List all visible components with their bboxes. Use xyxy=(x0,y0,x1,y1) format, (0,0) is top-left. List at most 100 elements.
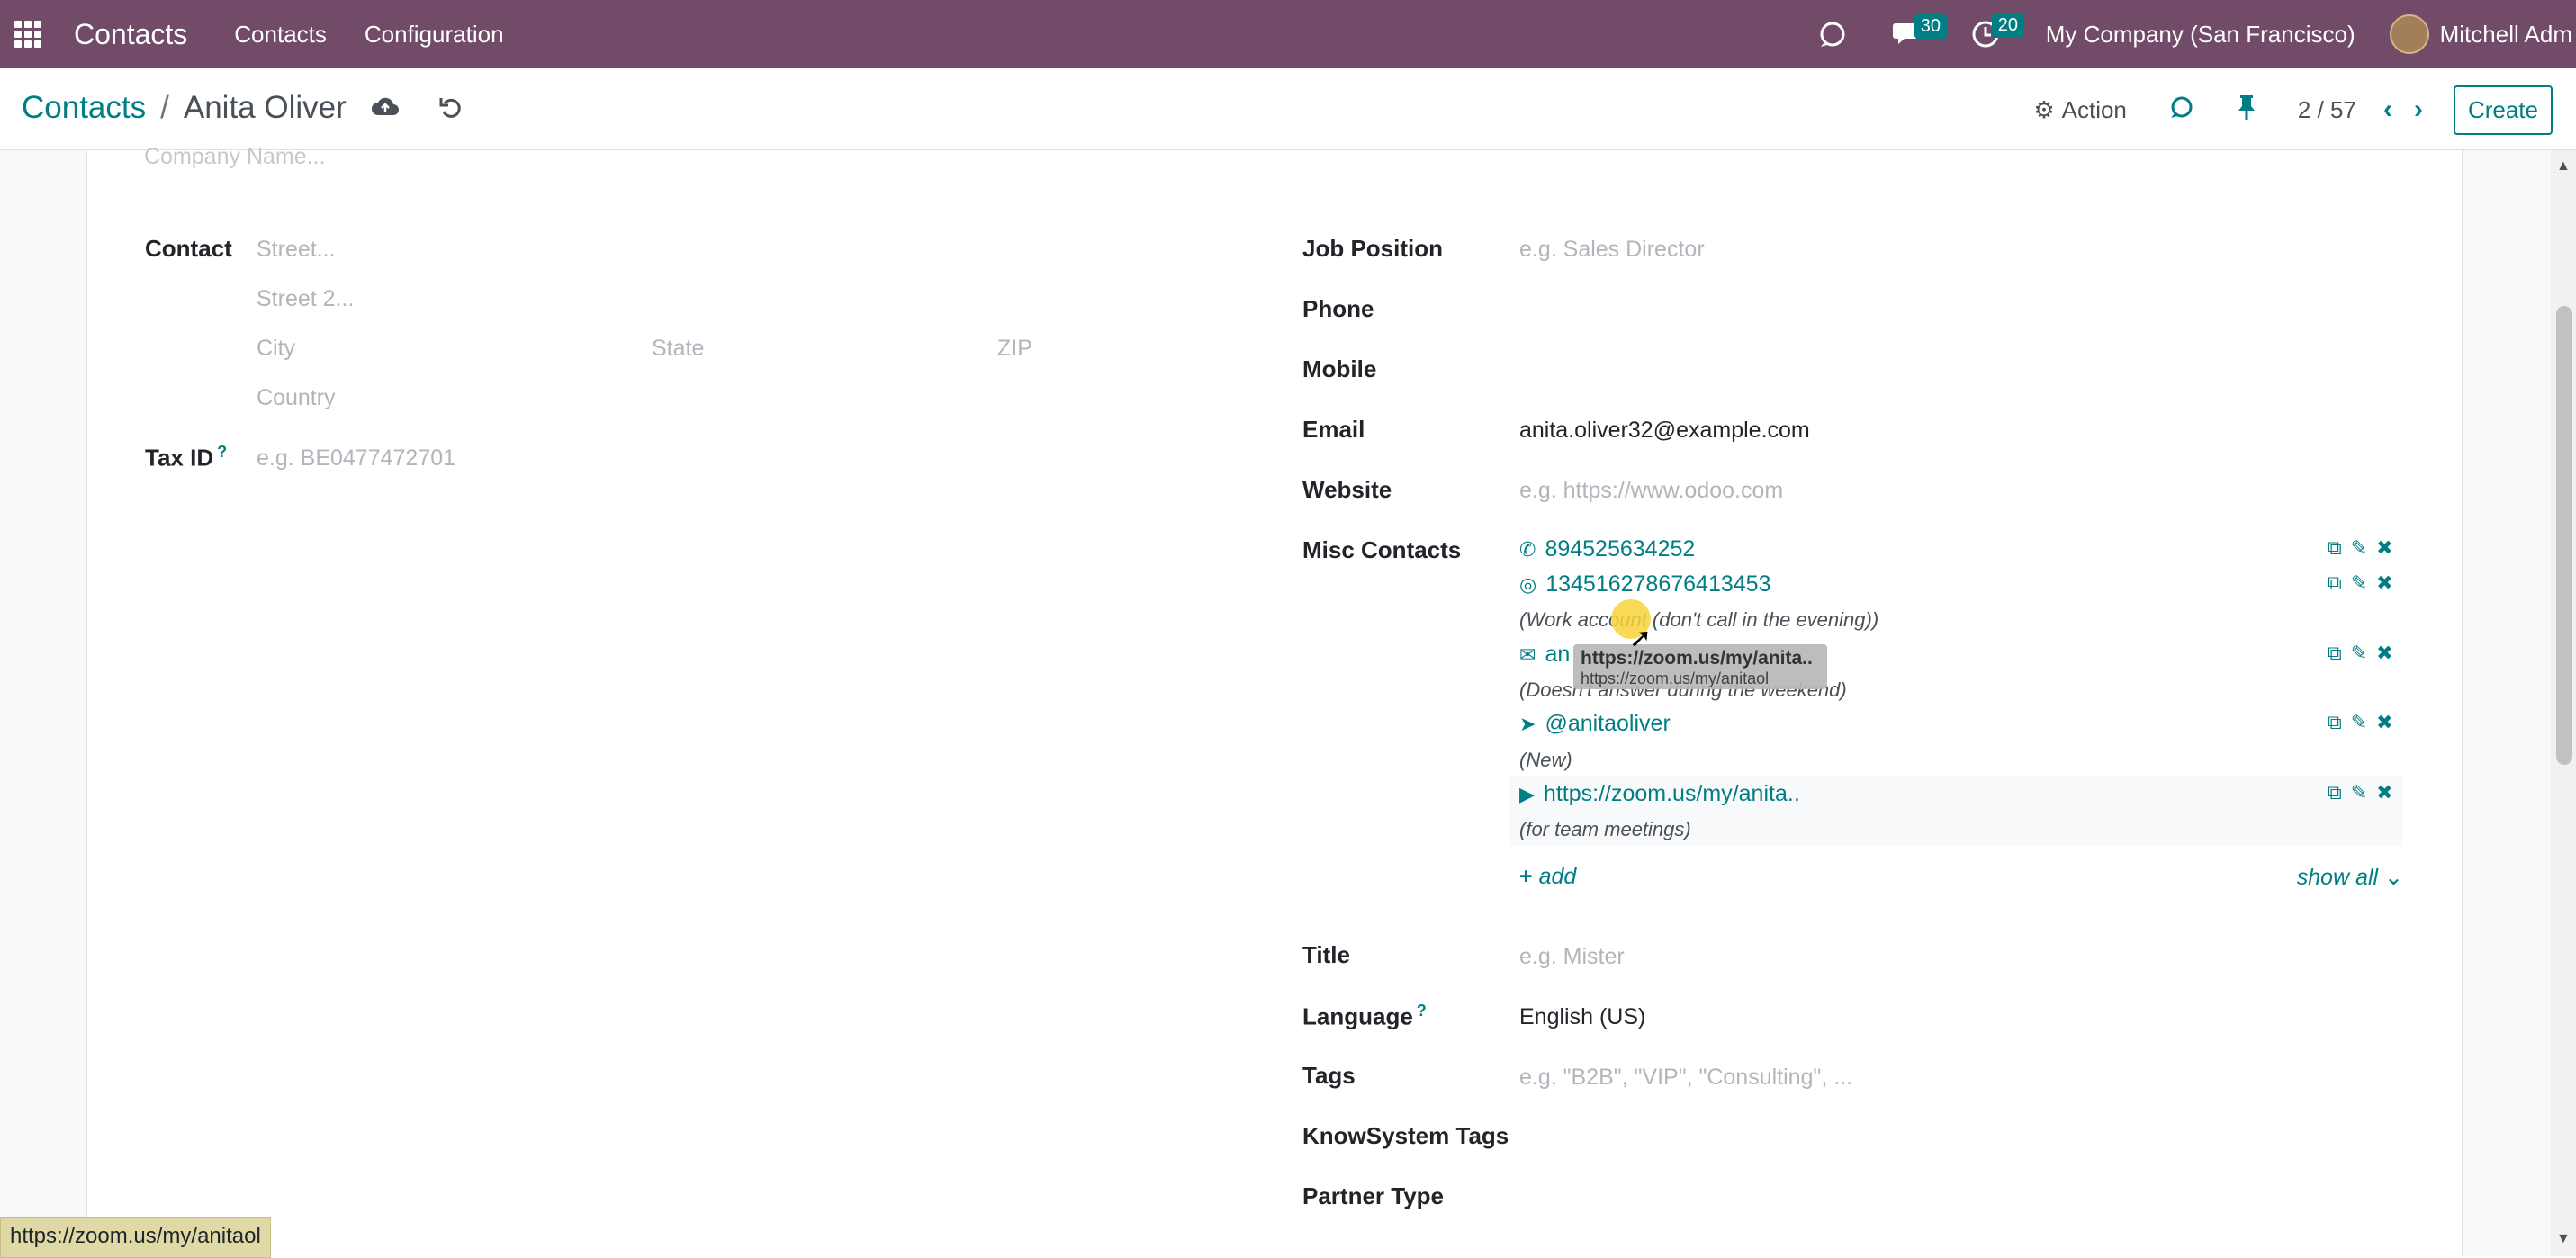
misc-contacts-label: Misc Contacts xyxy=(1302,536,1462,563)
misc-telegram-value: @anitaoliver xyxy=(1545,711,1671,736)
knowsystem-tags-label: KnowSystem Tags xyxy=(1302,1122,1509,1149)
contact-label: Contact xyxy=(145,235,232,262)
company-switcher[interactable]: My Company (San Francisco) xyxy=(2046,21,2355,49)
country-select[interactable]: Country xyxy=(257,385,336,411)
misc-telegram-actions: ⧉ ✎ ✖ xyxy=(2328,711,2393,734)
pager-next-icon[interactable]: › xyxy=(2414,94,2423,125)
tags-input[interactable]: e.g. "B2B", "VIP", "Consulting", ... xyxy=(1519,1065,1852,1091)
zip-input[interactable]: ZIP xyxy=(997,336,1032,362)
apps-menu-icon[interactable] xyxy=(14,21,41,48)
tax-id-label-text: Tax ID xyxy=(145,444,214,472)
city-input[interactable]: City xyxy=(257,336,295,362)
delete-x-icon[interactable]: ✖ xyxy=(2376,642,2392,665)
plus-icon: + xyxy=(1519,864,1533,889)
misc-whatsapp-note: (Work account (don't call in the evening… xyxy=(1519,608,1879,631)
discard-undo-icon[interactable] xyxy=(438,95,464,128)
copy-icon[interactable]: ⧉ xyxy=(2328,536,2342,560)
form-sheet xyxy=(86,150,2463,1256)
email-label: Email xyxy=(1302,416,1365,443)
scroll-down-arrow-icon[interactable]: ▼ xyxy=(2556,1231,2571,1247)
title-select[interactable]: e.g. Mister xyxy=(1519,944,1625,970)
language-help-icon[interactable]: ? xyxy=(1417,1002,1427,1020)
link-tooltip: https://zoom.us/my/anita.. https://zoom.… xyxy=(1573,644,1827,689)
breadcrumb: Contacts / Anita Oliver xyxy=(22,90,347,126)
pager-prev-icon[interactable]: ‹ xyxy=(2383,94,2392,125)
edit-pencil-icon[interactable]: ✎ xyxy=(2351,642,2367,665)
add-misc-contact-link[interactable]: + add xyxy=(1519,864,1576,890)
chat-icon[interactable]: 30 xyxy=(1892,14,1947,49)
website-label: Website xyxy=(1302,476,1392,503)
tags-label: Tags xyxy=(1302,1062,1356,1089)
edit-pencil-icon[interactable]: ✎ xyxy=(2351,536,2367,560)
status-link-preview: https://zoom.us/my/anitaol xyxy=(0,1217,271,1258)
tooltip-url: https://zoom.us/my/anitaol xyxy=(1581,669,1770,687)
action-menu-button[interactable]: ⚙ Action xyxy=(2033,96,2127,124)
misc-telegram-note: (New) xyxy=(1519,749,1572,771)
user-menu[interactable]: Mitchell Adm xyxy=(2440,21,2572,49)
misc-whatsapp-value: 134516278676413453 xyxy=(1545,571,1771,597)
language-label-text: Language xyxy=(1302,1002,1413,1030)
user-avatar[interactable] xyxy=(2389,14,2429,54)
company-name-input[interactable]: Company Name... xyxy=(144,144,325,170)
misc-telegram-link[interactable]: ➤ @anitaoliver xyxy=(1519,711,1671,737)
job-position-input[interactable]: e.g. Sales Director xyxy=(1519,237,1705,263)
phone-icon: ✆ xyxy=(1519,537,1536,561)
phone-label: Phone xyxy=(1302,295,1374,322)
activity-clock-icon[interactable]: 20 xyxy=(1970,13,2024,49)
misc-phone-value: 894525634252 xyxy=(1545,536,1696,562)
mobile-label: Mobile xyxy=(1302,355,1377,382)
title-label: Title xyxy=(1302,941,1350,968)
delete-x-icon[interactable]: ✖ xyxy=(2376,536,2392,560)
partner-type-label: Partner Type xyxy=(1302,1182,1445,1209)
app-brand[interactable]: Contacts xyxy=(74,18,187,51)
mouse-pointer-icon: ➚ xyxy=(1629,624,1653,653)
misc-whatsapp-link[interactable]: ◎ 134516278676413453 xyxy=(1519,571,1770,598)
show-all-link[interactable]: show all ⌄ xyxy=(2297,864,2403,891)
website-input[interactable]: e.g. https://www.odoo.com xyxy=(1519,478,1783,504)
misc-phone-actions: ⧉ ✎ ✖ xyxy=(2328,536,2393,560)
street2-input[interactable]: Street 2... xyxy=(257,286,354,312)
copy-icon[interactable]: ⧉ xyxy=(2328,711,2342,734)
language-select[interactable]: English (US) xyxy=(1519,1004,1645,1030)
copy-icon[interactable]: ⧉ xyxy=(2328,781,2342,804)
edit-pencil-icon[interactable]: ✎ xyxy=(2351,711,2367,734)
chatter-refresh-icon[interactable] xyxy=(2168,94,2195,127)
pager-value[interactable]: 2 / 57 xyxy=(2298,96,2356,124)
scrollbar-thumb[interactable] xyxy=(2556,306,2572,765)
misc-whatsapp-actions: ⧉ ✎ ✖ xyxy=(2328,571,2393,595)
edit-pencil-icon[interactable]: ✎ xyxy=(2351,571,2367,595)
street-input[interactable]: Street... xyxy=(257,237,336,263)
misc-email-link[interactable]: ✉ an xyxy=(1519,642,1570,668)
breadcrumb-contacts[interactable]: Contacts xyxy=(22,90,146,126)
edit-pencil-icon[interactable]: ✎ xyxy=(2351,781,2367,804)
envelope-icon: ✉ xyxy=(1519,642,1536,666)
misc-zoom-note: (for team meetings) xyxy=(1519,818,1691,840)
delete-x-icon[interactable]: ✖ xyxy=(2376,711,2392,734)
telegram-icon: ➤ xyxy=(1519,712,1536,735)
save-cloud-icon[interactable] xyxy=(371,95,400,126)
state-select[interactable]: State xyxy=(652,336,704,362)
chat-count-badge: 30 xyxy=(1914,14,1947,39)
delete-x-icon[interactable]: ✖ xyxy=(2376,571,2392,595)
breadcrumb-separator: / xyxy=(160,90,169,125)
action-label: Action xyxy=(2061,95,2127,123)
misc-zoom-link[interactable]: ▶ https://zoom.us/my/anita.. xyxy=(1519,781,1800,807)
misc-phone-link[interactable]: ✆ 894525634252 xyxy=(1519,536,1695,562)
scroll-up-arrow-icon[interactable]: ▲ xyxy=(2556,158,2571,175)
copy-icon[interactable]: ⧉ xyxy=(2328,642,2342,665)
delete-x-icon[interactable]: ✖ xyxy=(2376,781,2392,804)
email-input[interactable]: anita.oliver32@example.com xyxy=(1519,418,1810,444)
add-label: add xyxy=(1538,864,1577,889)
discuss-refresh-icon[interactable] xyxy=(1817,19,1848,49)
create-button[interactable]: Create xyxy=(2453,85,2553,135)
control-panel: Contacts / Anita Oliver ⚙ Action 2 / 57 … xyxy=(0,68,2576,150)
pin-icon[interactable] xyxy=(2237,94,2256,127)
copy-icon[interactable]: ⧉ xyxy=(2328,571,2342,595)
record-name: Anita Oliver xyxy=(183,90,347,125)
tax-help-icon[interactable]: ? xyxy=(217,443,227,461)
tax-id-input[interactable]: e.g. BE0477472701 xyxy=(257,445,455,472)
menu-configuration[interactable]: Configuration xyxy=(365,21,504,49)
language-label: Language? xyxy=(1302,1002,1427,1031)
top-navbar: Contacts Contacts Configuration 30 20 My… xyxy=(0,0,2576,68)
menu-contacts[interactable]: Contacts xyxy=(234,21,327,49)
